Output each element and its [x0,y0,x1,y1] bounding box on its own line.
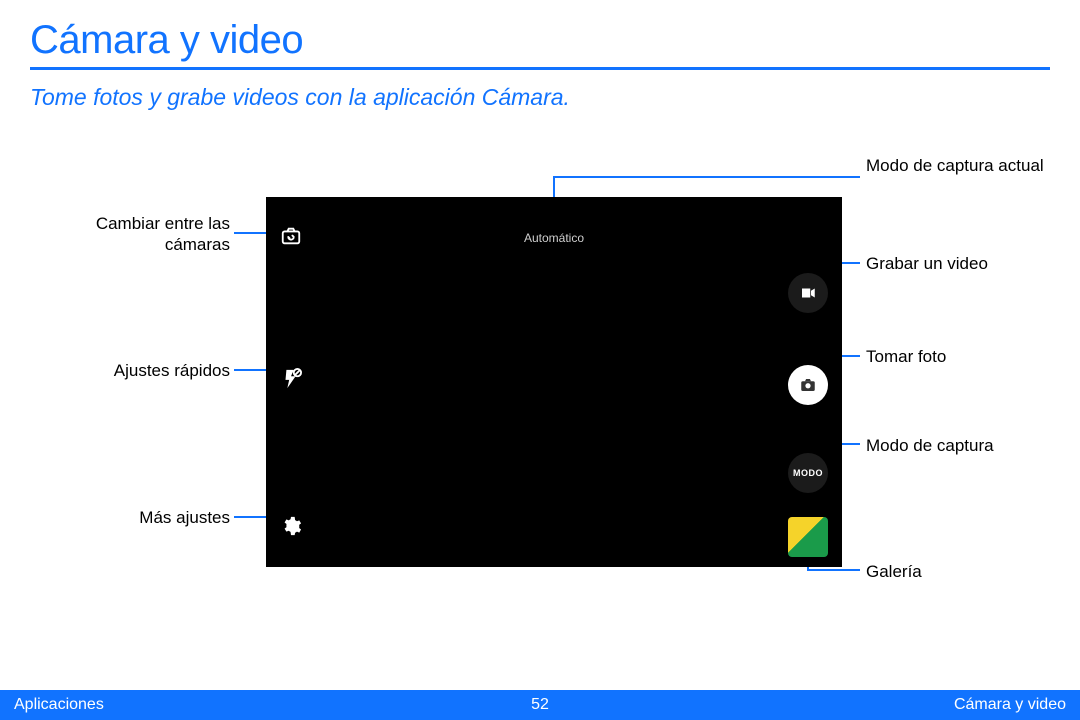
gallery-thumbnail-icon [788,517,828,557]
take-photo-button[interactable] [788,365,828,405]
flash-icon[interactable] [280,368,302,395]
callout-record-video: Grabar un video [866,253,988,274]
camera-screen: Automático [266,197,842,567]
page-subtitle: Tome fotos y grabe videos con la aplicac… [30,84,1050,111]
footer-page-number: 52 [531,696,549,714]
page-footer: Aplicaciones 52 Cámara y video [0,690,1080,720]
mode-button-label: MODO [793,468,823,478]
callout-current-mode: Modo de captura actual [866,155,1044,176]
callout-capture-mode: Modo de captura [866,435,994,456]
footer-topic[interactable]: Cámara y video [954,696,1066,714]
record-video-button[interactable] [788,273,828,313]
callout-take-photo: Tomar foto [866,346,946,367]
page-title: Cámara y video [30,18,1050,63]
capture-mode-button[interactable]: MODO [788,453,828,493]
callout-gallery: Galería [866,561,922,582]
camera-diagram: Cambiar entre las cámaras Ajustes rápido… [30,167,1050,623]
callout-switch-camera: Cambiar entre las cámaras [90,213,230,256]
callout-quick-settings: Ajustes rápidos [90,360,230,381]
title-rule [30,67,1050,70]
switch-camera-icon[interactable] [280,225,302,252]
callout-more-settings: Más ajustes [90,507,230,528]
current-mode-label: Automático [524,231,584,245]
settings-gear-icon[interactable] [280,515,302,542]
footer-section[interactable]: Aplicaciones [14,696,104,714]
gallery-button[interactable] [788,517,828,557]
manual-page: Cámara y video Tome fotos y grabe videos… [0,0,1080,720]
